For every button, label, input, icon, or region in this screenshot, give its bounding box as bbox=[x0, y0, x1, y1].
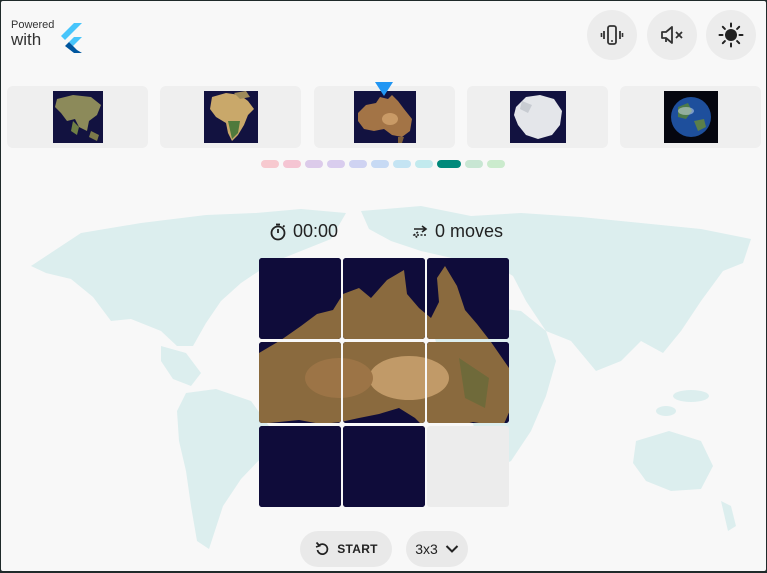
timer-value: 00:00 bbox=[293, 221, 339, 241]
puzzle-tile-5[interactable] bbox=[343, 342, 425, 423]
puzzle-tile-3[interactable] bbox=[427, 258, 509, 339]
africa-map-icon bbox=[203, 91, 258, 143]
pager-dot-5[interactable] bbox=[349, 160, 367, 168]
puzzle-board bbox=[259, 258, 511, 508]
pager-dot-3[interactable] bbox=[305, 160, 323, 168]
pager-dot-9[interactable] bbox=[437, 160, 461, 168]
start-label: START bbox=[337, 542, 378, 556]
app-window: Powered with 00:00 0 moves START 3x3 bbox=[1, 1, 766, 571]
moves-value: 0 moves bbox=[435, 221, 504, 241]
puzzle-tile-7[interactable] bbox=[259, 426, 341, 507]
puzzle-tile-1[interactable] bbox=[259, 258, 341, 339]
puzzle-thumb-antarctica[interactable] bbox=[467, 86, 608, 148]
pager-dot-6[interactable] bbox=[371, 160, 389, 168]
puzzle-thumb-earth[interactable] bbox=[620, 86, 761, 148]
puzzle-tile-2[interactable] bbox=[343, 258, 425, 339]
board-size-dropdown[interactable]: 3x3 bbox=[406, 531, 468, 567]
flutter-logo-icon bbox=[61, 23, 82, 53]
pager-dot-2[interactable] bbox=[283, 160, 301, 168]
pager-dot-4[interactable] bbox=[327, 160, 345, 168]
puzzle-tile-8[interactable] bbox=[343, 426, 425, 507]
pager-dot-1[interactable] bbox=[261, 160, 279, 168]
chevron-down-icon bbox=[445, 545, 458, 553]
powered-by-badge: Powered with bbox=[11, 19, 82, 53]
sun-icon bbox=[718, 22, 744, 48]
stopwatch-icon bbox=[270, 223, 286, 240]
timer: 00:00 bbox=[269, 221, 338, 242]
puzzle-pager bbox=[261, 160, 505, 168]
selected-puzzle-marker-icon bbox=[375, 82, 393, 96]
move-counter: 0 moves bbox=[411, 221, 503, 242]
start-button[interactable]: START bbox=[300, 531, 392, 567]
pager-dot-11[interactable] bbox=[487, 160, 505, 168]
pager-dot-8[interactable] bbox=[415, 160, 433, 168]
speaker-muted-icon bbox=[661, 26, 683, 44]
sound-off-button[interactable] bbox=[647, 10, 697, 60]
puzzle-thumb-africa[interactable] bbox=[160, 86, 301, 148]
puzzle-thumb-asia[interactable] bbox=[7, 86, 148, 148]
asia-map-icon bbox=[52, 91, 103, 143]
puzzle-tile-4[interactable] bbox=[259, 342, 341, 423]
board-size-value: 3x3 bbox=[415, 541, 438, 557]
empty-slot bbox=[427, 426, 509, 507]
with-text: with bbox=[11, 30, 42, 49]
pager-dot-10[interactable] bbox=[465, 160, 483, 168]
vibration-button[interactable] bbox=[587, 10, 637, 60]
swap-arrows-icon bbox=[412, 224, 428, 239]
earth-globe-icon bbox=[663, 91, 718, 143]
vibration-phone-icon bbox=[600, 25, 624, 45]
restart-icon bbox=[315, 541, 329, 555]
antarctica-map-icon bbox=[509, 91, 566, 143]
theme-toggle-button[interactable] bbox=[706, 10, 756, 60]
puzzle-tile-6[interactable] bbox=[427, 342, 509, 423]
pager-dot-7[interactable] bbox=[393, 160, 411, 168]
australia-map-icon bbox=[353, 91, 416, 143]
